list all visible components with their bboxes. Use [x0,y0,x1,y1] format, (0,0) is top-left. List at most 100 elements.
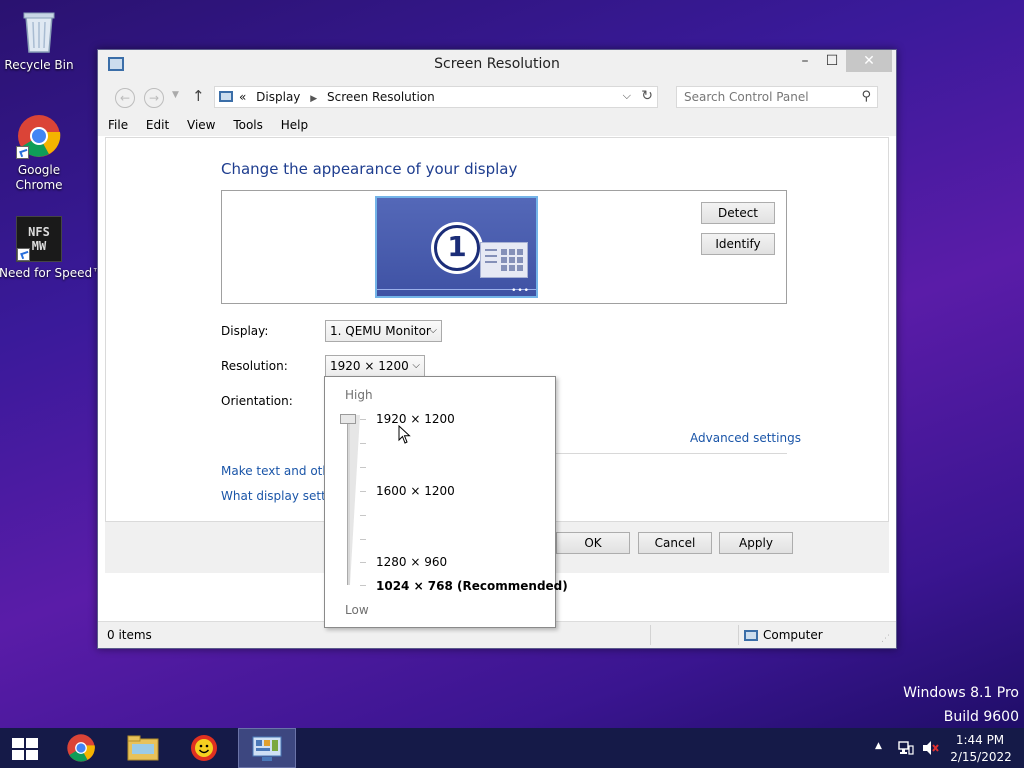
menu-view[interactable]: View [187,114,215,136]
slider-high-label: High [345,388,373,402]
identify-button[interactable]: Identify [701,233,775,255]
resolution-option-1920x1200[interactable]: 1920 × 1200 [376,412,455,426]
monitor-1-preview[interactable]: 1 ••• [375,196,538,298]
breadcrumb-item-screen-resolution[interactable]: Screen Resolution [327,90,435,104]
menu-file[interactable]: File [108,114,128,136]
breadcrumb-overflow[interactable]: « [239,90,246,104]
control-panel-icon [252,736,282,761]
breadcrumb-separator-icon[interactable]: ▶ [310,94,317,104]
apply-button[interactable]: Apply [719,532,793,554]
desktop-icon-label: Recycle Bin [4,58,74,72]
search-box[interactable]: ⚲ [676,86,878,108]
status-item-count: 0 items [107,628,152,642]
resolution-option-1280x960[interactable]: 1280 × 960 [376,555,447,569]
windows-edition-text: Windows 8.1 Pro [903,685,1019,701]
menu-edit[interactable]: Edit [146,114,169,136]
resolution-option-1600x1200[interactable]: 1600 × 1200 [376,484,455,498]
slider-tick [360,539,366,540]
menu-tools[interactable]: Tools [233,114,263,136]
slider-tick [360,491,366,492]
status-divider [738,625,739,645]
display-select[interactable]: 1. QEMU Monitor ⌵ [325,320,442,342]
up-button[interactable]: ↑ [192,87,205,105]
desktop-icon-need-for-speed[interactable]: NFS MW Need for Speed™ Mo... [0,216,137,281]
navigation-bar: ← → ▼ ↑ « Display ▶ Screen Resolution ⌵ … [98,80,896,114]
resolution-label: Resolution: [221,359,288,373]
display-select-value: 1. QEMU Monitor [330,324,431,338]
chrome-icon [67,734,95,762]
slider-tick [360,419,366,420]
status-computer: Computer [763,628,823,642]
shortcut-arrow-icon [16,146,29,159]
window-title: Screen Resolution [434,56,560,72]
search-icon[interactable]: ⚲ [861,89,871,104]
chrome-icon [16,113,62,159]
slider-tick [360,467,366,468]
breadcrumb-item-display[interactable]: Display [256,90,300,104]
detect-button[interactable]: Detect [701,202,775,224]
back-button[interactable]: ← [115,88,135,108]
resolution-select[interactable]: 1920 × 1200 ⌵ [325,355,425,377]
display-preview-area: 1 ••• Detect Identify [221,190,787,304]
minimize-button[interactable]: – [790,50,820,72]
monitor-number-badge: 1 [434,225,480,271]
more-dots-icon: ••• [511,286,530,296]
search-input[interactable] [677,87,847,107]
resolution-slider-track[interactable] [347,415,360,585]
resolution-option-1024x768[interactable]: 1024 × 768 (Recommended) [376,579,568,593]
recycle-bin-icon [16,8,62,54]
desktop-icon-google-chrome[interactable]: Google Chrome [1,113,77,193]
resize-grip-icon[interactable]: ⋰ [881,634,890,644]
chevron-down-icon: ⌵ [429,325,437,336]
start-button[interactable] [0,728,48,768]
start-screen-icon [480,242,528,278]
back-arrow-icon: ← [119,91,131,105]
forward-arrow-icon: → [148,91,160,105]
advanced-settings-link[interactable]: Advanced settings [690,431,801,445]
title-bar[interactable]: Screen Resolution – ☐ ✕ [98,50,896,80]
maximize-button[interactable]: ☐ [817,50,847,72]
smiley-sun-icon [191,735,217,761]
slider-low-label: Low [345,603,369,617]
taskbar-control-panel[interactable] [238,728,296,768]
resolution-slider-thumb[interactable] [340,414,356,424]
address-dropdown-icon[interactable]: ⌵ [623,89,631,103]
need-for-speed-icon: NFS MW [16,216,62,262]
windows-build-text: Build 9600 [943,709,1019,725]
taskbar-smiley-app[interactable] [176,728,232,768]
clock-date[interactable]: 2/15/2022 [950,750,1012,764]
windows-logo-icon [12,738,38,760]
address-bar[interactable]: « Display ▶ Screen Resolution ⌵ ↻ [214,86,658,108]
desktop-icon-recycle-bin[interactable]: Recycle Bin [1,8,77,73]
clock-time[interactable]: 1:44 PM [952,733,1008,747]
desktop-icon-label: Google Chrome [15,163,63,192]
resolution-slider-popup: High 1920 × 1200 1600 × 1200 1280 × 960 … [324,376,568,628]
slider-tick [360,562,366,563]
network-icon[interactable] [898,741,914,755]
computer-icon [744,630,758,641]
refresh-icon[interactable]: ↻ [641,88,653,104]
taskbar-file-explorer[interactable] [115,728,171,768]
slider-tick [360,585,366,586]
orientation-label: Orientation: [221,394,293,408]
volume-muted-icon[interactable] [922,740,940,756]
slider-wedge [350,415,360,585]
menu-bar: File Edit View Tools Help [98,114,896,136]
recent-locations-dropdown[interactable]: ▼ [172,90,179,100]
resolution-select-value: 1920 × 1200 [330,359,409,373]
mouse-cursor-icon [398,425,411,444]
taskbar-chrome[interactable] [54,728,110,768]
forward-button[interactable]: → [144,88,164,108]
up-arrow-icon: ↑ [192,87,205,105]
tray-expand-icon[interactable]: ▲ [875,741,882,751]
display-label: Display: [221,324,269,338]
slider-tick [360,443,366,444]
desktop-icon-label: Need for Speed™ Mo... [0,266,137,280]
ok-button[interactable]: OK [556,532,630,554]
display-icon [219,91,233,102]
menu-help[interactable]: Help [281,114,308,136]
cancel-button[interactable]: Cancel [638,532,712,554]
taskbar: ▲ 1:44 PM 2/15/2022 [0,728,1024,768]
close-button[interactable]: ✕ [846,50,892,72]
page-title: Change the appearance of your display [221,160,518,178]
